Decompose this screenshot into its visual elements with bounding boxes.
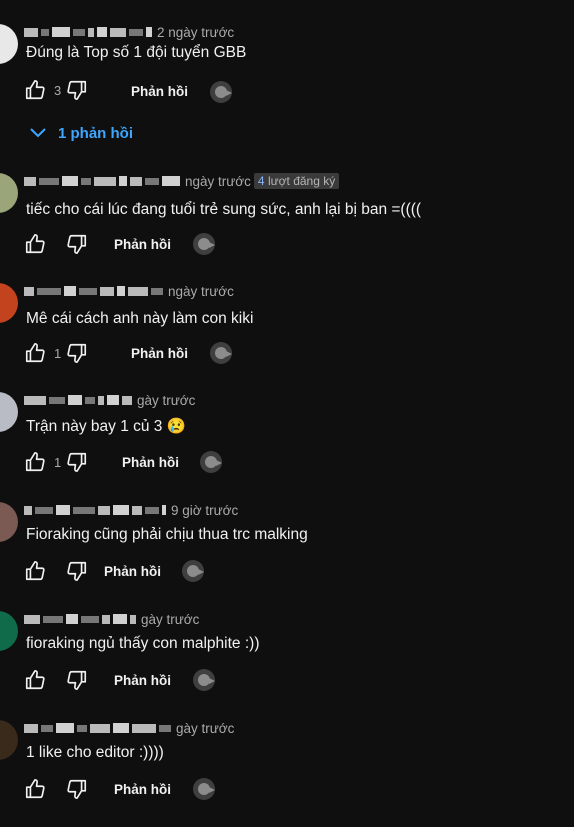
author-name-blurred[interactable] bbox=[24, 614, 136, 624]
comment-time[interactable]: 2 ngày trước bbox=[157, 25, 234, 40]
comment-text: Fioraking cũng phải chịu thua trc malkin… bbox=[26, 526, 308, 543]
dislike-icon[interactable] bbox=[64, 558, 90, 584]
avatar[interactable] bbox=[0, 720, 18, 760]
creator-heart-icon bbox=[193, 233, 215, 255]
creator-heart-icon bbox=[210, 342, 232, 364]
subscriber-badge: 4 lượt đăng ký bbox=[253, 173, 340, 189]
author-name-blurred[interactable] bbox=[24, 176, 180, 186]
dislike-icon[interactable] bbox=[64, 340, 90, 366]
reply-button[interactable]: Phản hồi bbox=[122, 455, 179, 470]
comment-item: gày trước Trận này bay 1 củ 3 😢 1 Phản h… bbox=[0, 390, 574, 499]
author-name-blurred[interactable] bbox=[24, 27, 152, 37]
like-icon[interactable] bbox=[22, 449, 48, 475]
reply-button[interactable]: Phản hồi bbox=[114, 673, 171, 688]
comment-item: gày trước fioraking ngủ thấy con malphit… bbox=[0, 609, 574, 718]
reply-button[interactable]: Phản hồi bbox=[114, 782, 171, 797]
like-icon[interactable] bbox=[22, 340, 48, 366]
reply-button[interactable]: Phản hồi bbox=[114, 237, 171, 252]
comment-item: 2 ngày trước Đúng là Top số 1 đội tuyển … bbox=[0, 22, 574, 131]
comment-time[interactable]: ngày trước bbox=[185, 174, 251, 189]
like-count: 1 bbox=[54, 454, 62, 470]
comment-time[interactable]: 9 giờ trước bbox=[171, 503, 238, 518]
author-name-blurred[interactable] bbox=[24, 395, 132, 405]
avatar[interactable] bbox=[0, 502, 18, 542]
like-icon[interactable] bbox=[22, 667, 48, 693]
chevron-down-icon bbox=[30, 125, 46, 142]
creator-heart-icon bbox=[182, 560, 204, 582]
dislike-icon[interactable] bbox=[64, 776, 90, 802]
reply-button[interactable]: Phản hồi bbox=[131, 84, 188, 99]
view-replies-button[interactable]: 1 phản hồi bbox=[30, 120, 133, 146]
creator-heart-icon bbox=[193, 669, 215, 691]
dislike-icon[interactable] bbox=[64, 449, 90, 475]
comment-time[interactable]: ngày trước bbox=[168, 284, 234, 299]
comment-text: fioraking ngủ thấy con malphite :)) bbox=[26, 635, 260, 652]
author-name-blurred[interactable] bbox=[24, 723, 171, 733]
author-name-blurred[interactable] bbox=[24, 505, 166, 515]
comment-text: Trận này bay 1 củ 3 😢 bbox=[26, 418, 187, 435]
comment-time[interactable]: gày trước bbox=[176, 721, 234, 736]
comment-text: 1 like cho editor :)))) bbox=[26, 744, 164, 761]
avatar[interactable] bbox=[0, 283, 18, 323]
like-icon[interactable] bbox=[22, 776, 48, 802]
dislike-icon[interactable] bbox=[64, 231, 90, 257]
like-count: 1 bbox=[54, 345, 62, 361]
creator-heart-icon bbox=[193, 778, 215, 800]
avatar[interactable] bbox=[0, 392, 18, 432]
creator-heart-icon bbox=[200, 451, 222, 473]
like-icon[interactable] bbox=[22, 231, 48, 257]
avatar[interactable] bbox=[0, 173, 18, 213]
dislike-icon[interactable] bbox=[64, 667, 90, 693]
comment-text: Mê cái cách anh này làm con kiki bbox=[26, 310, 254, 327]
comment-item: gày trước 1 like cho editor :)))) Phản h… bbox=[0, 718, 574, 827]
comment-item: 9 giờ trước Fioraking cũng phải chịu thu… bbox=[0, 500, 574, 609]
like-count: 3 bbox=[54, 82, 62, 98]
dislike-icon[interactable] bbox=[64, 77, 90, 103]
reply-button[interactable]: Phản hồi bbox=[131, 346, 188, 361]
comment-item: ngày trước Mê cái cách anh này làm con k… bbox=[0, 281, 574, 390]
comment-time[interactable]: gày trước bbox=[141, 612, 199, 627]
reply-button[interactable]: Phản hồi bbox=[104, 564, 161, 579]
avatar[interactable] bbox=[0, 24, 18, 64]
comment-item: ngày trước 4 lượt đăng ký tiếc cho cái l… bbox=[0, 171, 574, 280]
comment-text: Đúng là Top số 1 đội tuyển GBB bbox=[26, 44, 247, 61]
like-icon[interactable] bbox=[22, 77, 48, 103]
creator-heart-icon bbox=[210, 81, 232, 103]
comment-time[interactable]: gày trước bbox=[137, 393, 195, 408]
comment-text: tiếc cho cái lúc đang tuổi trẻ sung sức,… bbox=[26, 201, 422, 218]
replies-count-label: 1 phản hồi bbox=[58, 124, 133, 142]
like-icon[interactable] bbox=[22, 558, 48, 584]
avatar[interactable] bbox=[0, 611, 18, 651]
author-name-blurred[interactable] bbox=[24, 286, 163, 296]
